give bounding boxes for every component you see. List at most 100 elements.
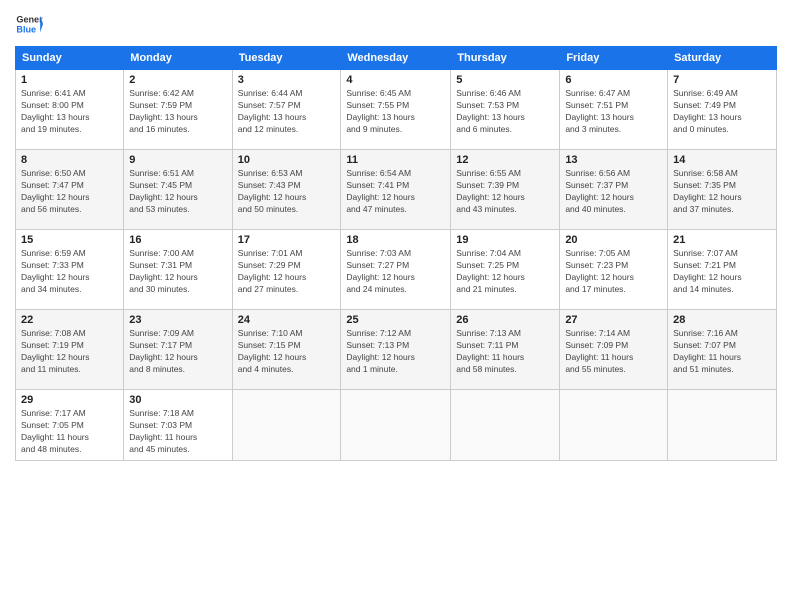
- day-number: 16: [129, 234, 226, 246]
- day-number: 8: [21, 154, 118, 166]
- calendar-cell: 17 Sunrise: 7:01 AM Sunset: 7:29 PM Dayli…: [232, 230, 341, 310]
- day-info: Sunrise: 7:18 AM Sunset: 7:03 PM Dayligh…: [129, 408, 226, 456]
- calendar-cell: 28 Sunrise: 7:16 AM Sunset: 7:07 PM Dayli…: [668, 310, 777, 390]
- day-info: Sunrise: 6:47 AM Sunset: 7:51 PM Dayligh…: [565, 88, 662, 136]
- weekday-sunday: Sunday: [16, 47, 124, 70]
- day-info: Sunrise: 6:53 AM Sunset: 7:43 PM Dayligh…: [238, 168, 336, 216]
- logo: General Blue: [15, 10, 43, 38]
- calendar-cell: 26 Sunrise: 7:13 AM Sunset: 7:11 PM Dayli…: [451, 310, 560, 390]
- calendar-cell: 13 Sunrise: 6:56 AM Sunset: 7:37 PM Dayli…: [560, 150, 668, 230]
- calendar-cell: 1Sunrise: 6:41 AM Sunset: 8:00 PM Daylig…: [16, 70, 124, 150]
- day-info: Sunrise: 7:09 AM Sunset: 7:17 PM Dayligh…: [129, 328, 226, 376]
- day-number: 12: [456, 154, 554, 166]
- calendar-cell: 16 Sunrise: 7:00 AM Sunset: 7:31 PM Dayli…: [124, 230, 232, 310]
- calendar-cell: [451, 390, 560, 461]
- calendar-cell: 20 Sunrise: 7:05 AM Sunset: 7:23 PM Dayli…: [560, 230, 668, 310]
- weekday-header-row: SundayMondayTuesdayWednesdayThursdayFrid…: [16, 47, 777, 70]
- calendar-week-3: 15 Sunrise: 6:59 AM Sunset: 7:33 PM Dayli…: [16, 230, 777, 310]
- day-info: Sunrise: 7:14 AM Sunset: 7:09 PM Dayligh…: [565, 328, 662, 376]
- day-info: Sunrise: 6:59 AM Sunset: 7:33 PM Dayligh…: [21, 248, 118, 296]
- day-info: Sunrise: 7:07 AM Sunset: 7:21 PM Dayligh…: [673, 248, 771, 296]
- day-number: 25: [346, 314, 445, 326]
- day-number: 14: [673, 154, 771, 166]
- calendar-cell: 19 Sunrise: 7:04 AM Sunset: 7:25 PM Dayli…: [451, 230, 560, 310]
- day-info: Sunrise: 6:56 AM Sunset: 7:37 PM Dayligh…: [565, 168, 662, 216]
- day-number: 3: [238, 74, 336, 86]
- weekday-wednesday: Wednesday: [341, 47, 451, 70]
- day-number: 6: [565, 74, 662, 86]
- calendar-cell: 15 Sunrise: 6:59 AM Sunset: 7:33 PM Dayli…: [16, 230, 124, 310]
- day-number: 28: [673, 314, 771, 326]
- calendar-cell: 27Sunrise: 7:14 AM Sunset: 7:09 PM Dayli…: [560, 310, 668, 390]
- calendar-cell: 7 Sunrise: 6:49 AM Sunset: 7:49 PM Daylig…: [668, 70, 777, 150]
- calendar-cell: [560, 390, 668, 461]
- day-number: 20: [565, 234, 662, 246]
- day-info: Sunrise: 7:12 AM Sunset: 7:13 PM Dayligh…: [346, 328, 445, 376]
- day-info: Sunrise: 7:05 AM Sunset: 7:23 PM Dayligh…: [565, 248, 662, 296]
- day-number: 9: [129, 154, 226, 166]
- day-number: 17: [238, 234, 336, 246]
- day-number: 5: [456, 74, 554, 86]
- day-info: Sunrise: 7:01 AM Sunset: 7:29 PM Dayligh…: [238, 248, 336, 296]
- calendar-week-1: 1Sunrise: 6:41 AM Sunset: 8:00 PM Daylig…: [16, 70, 777, 150]
- day-number: 26: [456, 314, 554, 326]
- weekday-monday: Monday: [124, 47, 232, 70]
- day-number: 15: [21, 234, 118, 246]
- weekday-tuesday: Tuesday: [232, 47, 341, 70]
- weekday-saturday: Saturday: [668, 47, 777, 70]
- day-info: Sunrise: 7:00 AM Sunset: 7:31 PM Dayligh…: [129, 248, 226, 296]
- calendar-cell: 18Sunrise: 7:03 AM Sunset: 7:27 PM Dayli…: [341, 230, 451, 310]
- calendar-table: SundayMondayTuesdayWednesdayThursdayFrid…: [15, 46, 777, 461]
- calendar-cell: 25 Sunrise: 7:12 AM Sunset: 7:13 PM Dayli…: [341, 310, 451, 390]
- calendar-cell: 4Sunrise: 6:45 AM Sunset: 7:55 PM Daylig…: [341, 70, 451, 150]
- day-number: 7: [673, 74, 771, 86]
- calendar-week-2: 8 Sunrise: 6:50 AM Sunset: 7:47 PM Daylig…: [16, 150, 777, 230]
- page-header: General Blue: [15, 10, 777, 38]
- day-number: 29: [21, 394, 118, 406]
- day-info: Sunrise: 7:16 AM Sunset: 7:07 PM Dayligh…: [673, 328, 771, 376]
- day-info: Sunrise: 7:08 AM Sunset: 7:19 PM Dayligh…: [21, 328, 118, 376]
- day-info: Sunrise: 6:58 AM Sunset: 7:35 PM Dayligh…: [673, 168, 771, 216]
- calendar-cell: 12Sunrise: 6:55 AM Sunset: 7:39 PM Dayli…: [451, 150, 560, 230]
- calendar-cell: 21 Sunrise: 7:07 AM Sunset: 7:21 PM Dayli…: [668, 230, 777, 310]
- day-number: 18: [346, 234, 445, 246]
- day-number: 11: [346, 154, 445, 166]
- calendar-cell: 29Sunrise: 7:17 AM Sunset: 7:05 PM Dayli…: [16, 390, 124, 461]
- day-info: Sunrise: 7:10 AM Sunset: 7:15 PM Dayligh…: [238, 328, 336, 376]
- day-info: Sunrise: 6:45 AM Sunset: 7:55 PM Dayligh…: [346, 88, 445, 136]
- calendar-cell: 8 Sunrise: 6:50 AM Sunset: 7:47 PM Daylig…: [16, 150, 124, 230]
- logo-icon: General Blue: [15, 10, 43, 38]
- calendar-cell: 11 Sunrise: 6:54 AM Sunset: 7:41 PM Dayli…: [341, 150, 451, 230]
- day-number: 22: [21, 314, 118, 326]
- calendar-cell: 24Sunrise: 7:10 AM Sunset: 7:15 PM Dayli…: [232, 310, 341, 390]
- calendar-cell: [232, 390, 341, 461]
- calendar-cell: 3 Sunrise: 6:44 AM Sunset: 7:57 PM Daylig…: [232, 70, 341, 150]
- day-number: 2: [129, 74, 226, 86]
- svg-text:Blue: Blue: [16, 24, 36, 34]
- day-number: 30: [129, 394, 226, 406]
- day-info: Sunrise: 7:04 AM Sunset: 7:25 PM Dayligh…: [456, 248, 554, 296]
- calendar-cell: [341, 390, 451, 461]
- calendar-cell: 22 Sunrise: 7:08 AM Sunset: 7:19 PM Dayli…: [16, 310, 124, 390]
- weekday-thursday: Thursday: [451, 47, 560, 70]
- day-number: 10: [238, 154, 336, 166]
- day-number: 13: [565, 154, 662, 166]
- day-info: Sunrise: 6:54 AM Sunset: 7:41 PM Dayligh…: [346, 168, 445, 216]
- weekday-friday: Friday: [560, 47, 668, 70]
- day-number: 21: [673, 234, 771, 246]
- calendar-cell: 10 Sunrise: 6:53 AM Sunset: 7:43 PM Dayli…: [232, 150, 341, 230]
- day-info: Sunrise: 6:50 AM Sunset: 7:47 PM Dayligh…: [21, 168, 118, 216]
- day-info: Sunrise: 6:44 AM Sunset: 7:57 PM Dayligh…: [238, 88, 336, 136]
- day-info: Sunrise: 6:46 AM Sunset: 7:53 PM Dayligh…: [456, 88, 554, 136]
- calendar-cell: 6 Sunrise: 6:47 AM Sunset: 7:51 PM Daylig…: [560, 70, 668, 150]
- calendar-cell: 23Sunrise: 7:09 AM Sunset: 7:17 PM Dayli…: [124, 310, 232, 390]
- calendar-cell: 30 Sunrise: 7:18 AM Sunset: 7:03 PM Dayli…: [124, 390, 232, 461]
- day-info: Sunrise: 7:13 AM Sunset: 7:11 PM Dayligh…: [456, 328, 554, 376]
- calendar-week-5: 29Sunrise: 7:17 AM Sunset: 7:05 PM Dayli…: [16, 390, 777, 461]
- svg-text:General: General: [16, 15, 43, 25]
- calendar-cell: 5 Sunrise: 6:46 AM Sunset: 7:53 PM Daylig…: [451, 70, 560, 150]
- day-info: Sunrise: 6:49 AM Sunset: 7:49 PM Dayligh…: [673, 88, 771, 136]
- calendar-cell: 9Sunrise: 6:51 AM Sunset: 7:45 PM Daylig…: [124, 150, 232, 230]
- day-number: 19: [456, 234, 554, 246]
- calendar-week-4: 22 Sunrise: 7:08 AM Sunset: 7:19 PM Dayli…: [16, 310, 777, 390]
